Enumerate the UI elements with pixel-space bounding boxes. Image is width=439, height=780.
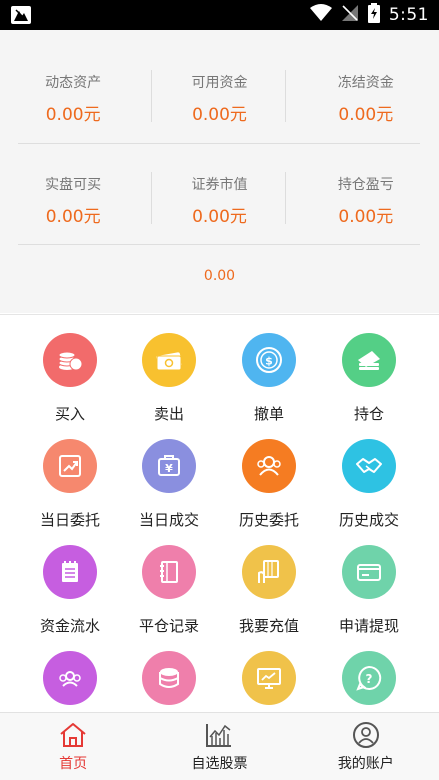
summary-cell: 证券市值 0.00元 — [146, 166, 292, 238]
divider — [18, 244, 420, 245]
summary-value: 0.00元 — [45, 207, 101, 227]
no-signal-icon — [341, 4, 359, 26]
tab-label: 我的账户 — [337, 756, 394, 772]
menu-label: 当日委托 — [39, 511, 100, 529]
summary-row-2: 实盘可买 0.00元 证券市值 0.00元 持仓盈亏 0.00元 — [0, 166, 439, 238]
summary-label: 冻结资金 — [337, 75, 394, 91]
summary-label: 实盘可买 — [45, 177, 102, 193]
monitor-icon — [242, 651, 296, 705]
menu-item-sell[interactable]: 卖出 — [119, 333, 219, 433]
money-stack-icon — [342, 333, 396, 387]
svg-text:$: $ — [265, 355, 273, 368]
menu-label: 历史委托 — [238, 511, 299, 529]
menu-label: 卖出 — [153, 405, 184, 423]
menu-label: 撤单 — [253, 405, 284, 423]
menu-item-row4-4[interactable]: ? — [319, 651, 419, 712]
account-summary: 动态资产 0.00元 可用资金 0.00元 冻结资金 0.00元 实盘可买 0.… — [0, 30, 439, 313]
menu-label: 买入 — [54, 405, 85, 423]
function-grid: 买入 卖出 $ 撤单 持仓 当日委托 ¥ 当日成交 历史委托 历史成交 资金流水… — [0, 314, 439, 712]
menu-item-withdraw[interactable]: 申请提现 — [319, 545, 419, 645]
tab-label: 自选股票 — [191, 756, 248, 772]
menu-item-history-orders[interactable]: 历史委托 — [219, 439, 319, 539]
menu-item-row4-1[interactable] — [20, 651, 120, 712]
notepad-icon — [43, 545, 97, 599]
menu-item-fund-flow[interactable]: 资金流水 — [20, 545, 120, 645]
group-icon — [242, 439, 296, 493]
summary-value: 0.00元 — [192, 105, 247, 125]
hand-card-icon — [242, 545, 296, 599]
summary-value: 0.00元 — [45, 105, 101, 125]
summary-value: 0.00元 — [338, 207, 394, 227]
trend-chart-icon — [43, 439, 97, 493]
menu-item-cancel-order[interactable]: $ 撤单 — [219, 333, 319, 433]
divider — [18, 143, 420, 144]
summary-label: 可用资金 — [191, 75, 248, 91]
svg-text:?: ? — [366, 672, 373, 686]
summary-cell: 可用资金 0.00元 — [146, 64, 292, 136]
summary-value: 0.00元 — [192, 207, 247, 227]
summary-cell: 实盘可买 0.00元 — [0, 166, 146, 238]
menu-item-buy[interactable]: 买入 — [20, 333, 120, 433]
menu-label: 当日成交 — [138, 511, 199, 529]
summary-row-1: 动态资产 0.00元 可用资金 0.00元 冻结资金 0.00元 — [0, 64, 439, 136]
menu-item-today-trades[interactable]: ¥ 当日成交 — [119, 439, 219, 539]
dollar-coin-icon: $ — [242, 333, 296, 387]
summary-label: 动态资产 — [45, 75, 102, 91]
menu-item-positions[interactable]: 持仓 — [319, 333, 419, 433]
divider — [151, 172, 152, 224]
tab-my-account[interactable]: 我的账户 — [293, 713, 439, 780]
summary-total: 0.00 — [203, 268, 236, 284]
wifi-icon — [309, 4, 332, 26]
home-icon — [58, 721, 88, 753]
summary-value: 0.00元 — [338, 105, 394, 125]
battery-icon — [367, 3, 380, 27]
menu-item-today-orders[interactable]: 当日委托 — [20, 439, 120, 539]
menu-label: 历史成交 — [338, 511, 399, 529]
tab-label: 首页 — [59, 756, 88, 772]
yuan-bag-icon: ¥ — [142, 439, 196, 493]
svg-text:¥: ¥ — [165, 462, 173, 475]
divider — [285, 70, 286, 122]
handshake-icon — [342, 439, 396, 493]
summary-label: 持仓盈亏 — [337, 177, 394, 193]
card-icon — [342, 545, 396, 599]
menu-label: 我要充值 — [238, 617, 299, 635]
cash-bundle-icon — [142, 333, 196, 387]
bottom-tab-bar: 首页 自选股票 我的账户 — [0, 712, 439, 780]
menu-label: 平仓记录 — [138, 617, 199, 635]
user-icon — [351, 721, 381, 753]
tab-watchlist[interactable]: 自选股票 — [146, 713, 292, 780]
menu-item-row4-2[interactable] — [119, 651, 219, 712]
coins-icon — [43, 333, 97, 387]
divider — [151, 70, 152, 122]
menu-label: 申请提现 — [338, 617, 399, 635]
menu-item-close-records[interactable]: 平仓记录 — [119, 545, 219, 645]
menu-label: 持仓 — [353, 405, 384, 423]
summary-label: 证券市值 — [191, 177, 248, 193]
summary-cell: 动态资产 0.00元 — [0, 64, 146, 136]
notification-icon — [11, 6, 31, 24]
menu-item-recharge[interactable]: 我要充值 — [219, 545, 319, 645]
notebook-icon — [142, 545, 196, 599]
help-icon: ? — [342, 651, 396, 705]
menu-item-history-trades[interactable]: 历史成交 — [319, 439, 419, 539]
summary-cell: 冻结资金 0.00元 — [293, 64, 439, 136]
database-icon — [142, 651, 196, 705]
summary-cell: 持仓盈亏 0.00元 — [293, 166, 439, 238]
menu-item-row4-3[interactable] — [219, 651, 319, 712]
divider — [285, 172, 286, 224]
people-icon — [43, 651, 97, 705]
tab-home[interactable]: 首页 — [0, 713, 146, 780]
stock-chart-icon — [204, 721, 234, 753]
clock: 5:51 — [388, 5, 429, 25]
menu-label: 资金流水 — [39, 617, 100, 635]
status-bar: 5:51 — [0, 0, 439, 30]
